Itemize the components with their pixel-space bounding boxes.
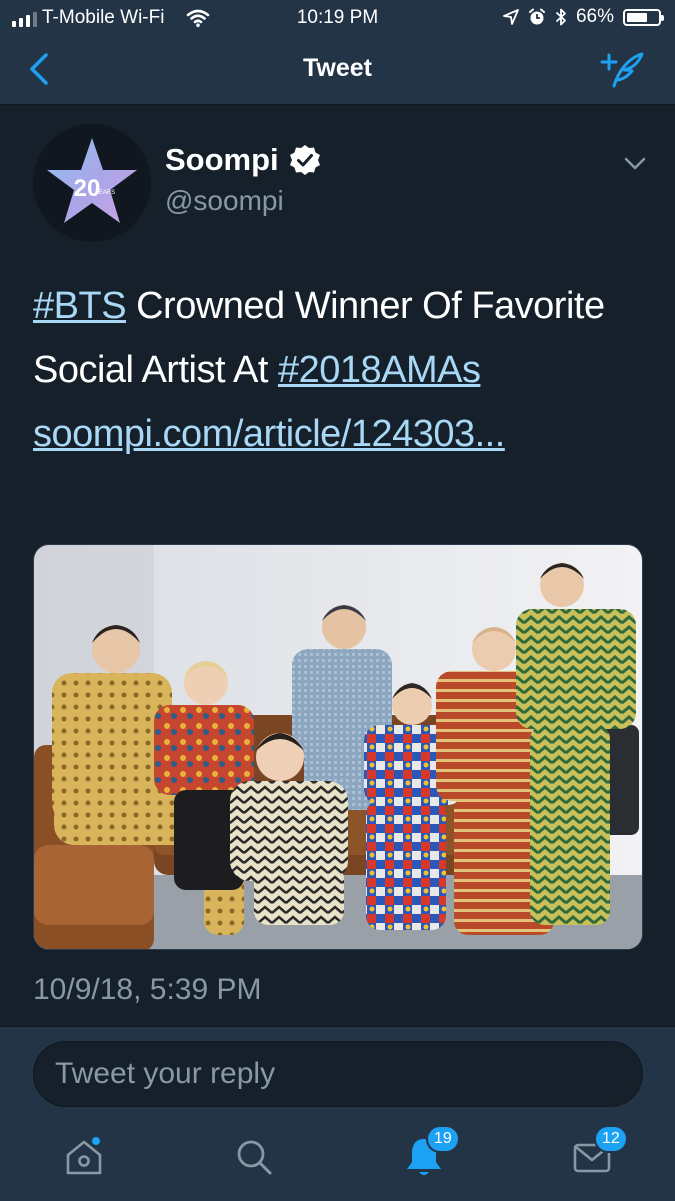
user-handle[interactable]: @soompi	[165, 185, 284, 217]
bottom-panel: Tweet your reply 19 12	[0, 1026, 675, 1201]
display-name[interactable]: Soompi	[165, 142, 279, 178]
header: T-Mobile Wi-Fi 10:19 PM 66% Tweet	[0, 0, 675, 105]
battery-icon	[623, 8, 664, 26]
hashtag-2018amas[interactable]: #2018AMAs	[278, 349, 481, 391]
avatar[interactable]: 20 YEARS	[33, 124, 151, 242]
chevron-down-icon[interactable]	[622, 152, 648, 174]
reply-input[interactable]: Tweet your reply	[33, 1041, 643, 1107]
bluetooth-icon	[555, 8, 566, 26]
tab-home[interactable]	[62, 1135, 106, 1179]
battery-fill	[627, 12, 647, 22]
group-photo-image	[34, 545, 642, 949]
verified-badge-icon	[290, 145, 320, 175]
reply-placeholder: Tweet your reply	[55, 1057, 276, 1090]
tweet-photo[interactable]	[33, 544, 643, 950]
tweet-timestamp: 10/9/18, 5:39 PM	[33, 973, 262, 1006]
messages-badge: 12	[594, 1125, 628, 1153]
location-icon	[503, 9, 519, 25]
hashtag-bts[interactable]: #BTS	[33, 285, 127, 327]
alarm-icon	[528, 8, 545, 25]
compose-tweet-button[interactable]	[598, 48, 646, 90]
avatar-star-logo: 20 YEARS	[47, 138, 137, 223]
svg-text:YEARS: YEARS	[95, 190, 115, 196]
battery-percent: 66%	[575, 6, 614, 27]
status-right-group: 66%	[503, 6, 664, 28]
notifications-badge: 19	[426, 1125, 460, 1153]
status-bar: T-Mobile Wi-Fi 10:19 PM 66%	[0, 0, 675, 36]
svg-text:20: 20	[74, 175, 101, 202]
page-title: Tweet	[303, 54, 372, 82]
tab-search[interactable]	[232, 1135, 276, 1179]
tweet-text: #BTS Crowned Winner Of Favorite Social A…	[33, 274, 643, 466]
article-link[interactable]: soompi.com/article/124303...	[33, 413, 505, 455]
